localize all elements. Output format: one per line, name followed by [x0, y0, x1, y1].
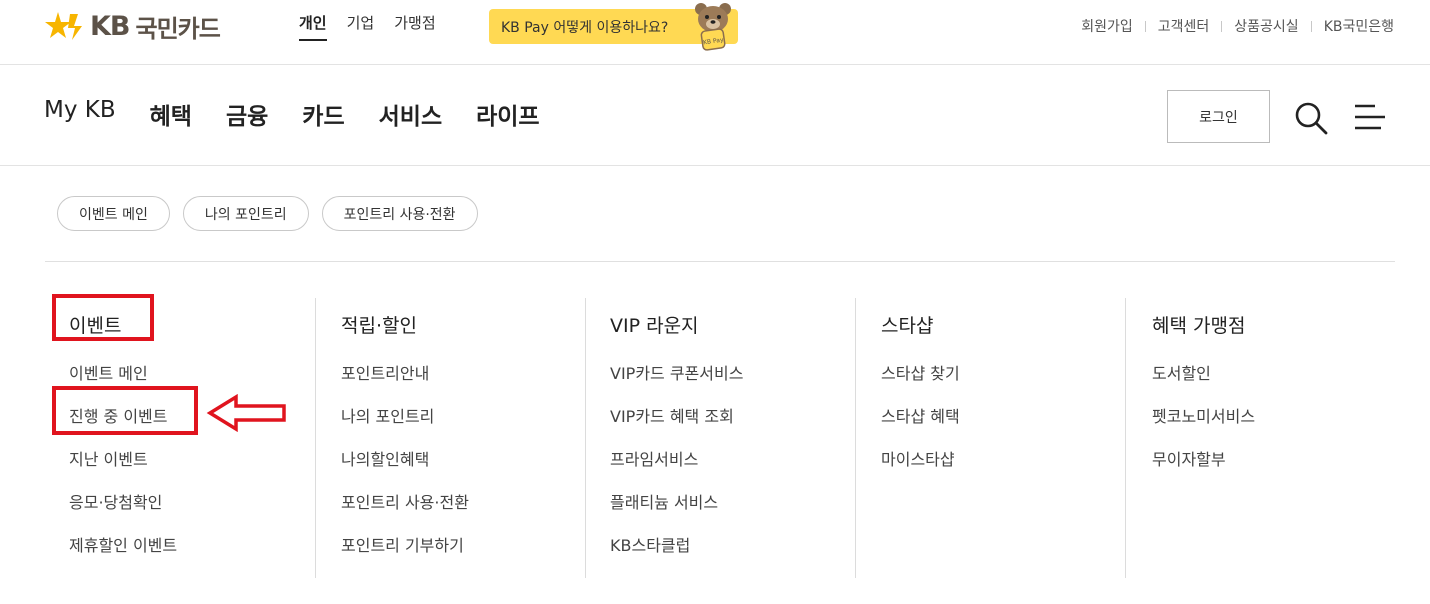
main-navigation: My KB 혜택 금융 카드 서비스 라이프 로그인	[0, 65, 1430, 166]
logo-brand-name: 국민카드	[135, 14, 221, 43]
login-button[interactable]: 로그인	[1167, 90, 1270, 143]
chip-event-main[interactable]: 이벤트 메인	[57, 196, 170, 231]
menu-item-event-main[interactable]: 이벤트 메인	[69, 360, 148, 384]
menu-item-interest-free-installment[interactable]: 무이자할부	[1152, 446, 1226, 470]
menu-item-pointree-use-convert[interactable]: 포인트리 사용·전환	[341, 489, 469, 513]
menu-item-vip-coupon-service[interactable]: VIP카드 쿠폰서비스	[610, 360, 743, 384]
util-link-product-disclosure[interactable]: 상품공시실	[1234, 16, 1298, 36]
logo-kb-text: KB	[90, 10, 131, 42]
customer-segment-tabs: 개인 기업 가맹점	[299, 12, 436, 41]
menu-item-ongoing-events[interactable]: 진행 중 이벤트	[69, 403, 168, 427]
menu-column-star-shop: 스타샵 스타샵 찾기 스타샵 혜택 마이스타샵	[855, 298, 1125, 578]
search-icon[interactable]	[1293, 100, 1329, 136]
menu-item-star-shop-benefits[interactable]: 스타샵 혜택	[881, 403, 960, 427]
bear-mascot-icon: KB Pay	[695, 3, 731, 51]
util-link-customer-center[interactable]: 고객센터	[1158, 16, 1210, 36]
menu-item-pointree-donate[interactable]: 포인트리 기부하기	[341, 532, 464, 556]
gnb-item-label: 금융	[225, 104, 269, 130]
segment-tab-corporate[interactable]: 기업	[347, 12, 375, 41]
menu-item-my-pointree[interactable]: 나의 포인트리	[341, 403, 434, 427]
menu-item-book-discount[interactable]: 도서할인	[1152, 360, 1211, 384]
menu-item-past-events[interactable]: 지난 이벤트	[69, 446, 148, 470]
gnb-item-label: 라이프	[476, 104, 540, 130]
divider	[1144, 20, 1146, 32]
gnb-item-benefits[interactable]: 혜택	[146, 97, 196, 131]
kb-kookmin-card-logo[interactable]: KB 국민카드	[44, 8, 221, 44]
gnb-item-label: 혜택	[149, 104, 192, 130]
menu-column-vip-lounge: VIP 라운지 VIP카드 쿠폰서비스 VIP카드 혜택 조회 프라임서비스 플…	[585, 298, 855, 578]
gnb-item-label: 카드	[302, 104, 345, 130]
util-link-kb-bank[interactable]: KB국민은행	[1324, 16, 1394, 36]
segment-tab-merchant[interactable]: 가맹점	[394, 12, 435, 41]
section-divider	[45, 261, 1395, 262]
gnb-item-life[interactable]: 라이프	[476, 97, 539, 131]
divider	[1310, 20, 1312, 32]
menu-item-vip-benefit-lookup[interactable]: VIP카드 혜택 조회	[610, 403, 734, 427]
menu-column-points-discounts: 적립·할인 포인트리안내 나의 포인트리 나의할인혜택 포인트리 사용·전환 포…	[315, 298, 585, 578]
gnb-item-service[interactable]: 서비스	[379, 97, 442, 131]
column-title-vip-lounge[interactable]: VIP 라운지	[610, 311, 699, 338]
menu-item-prime-service[interactable]: 프라임서비스	[610, 446, 698, 470]
column-title-points-discounts[interactable]: 적립·할인	[341, 311, 417, 338]
menu-column-benefit-merchants: 혜택 가맹점 도서할인 펫코노미서비스 무이자할부	[1125, 298, 1395, 578]
gnb-item-card[interactable]: 카드	[302, 97, 344, 131]
gnb-menu: My KB 혜택 금융 카드 서비스 라이프	[44, 97, 540, 131]
menu-item-pointree-guide[interactable]: 포인트리안내	[341, 360, 429, 384]
menu-item-kb-star-club[interactable]: KB스타클럽	[610, 532, 690, 556]
column-title-events[interactable]: 이벤트	[69, 311, 121, 338]
menu-item-platinum-service[interactable]: 플래티늄 서비스	[610, 489, 718, 513]
utility-links: 회원가입 고객센터 상품공시실 KB국민은행	[1081, 16, 1394, 36]
menu-item-find-star-shop[interactable]: 스타샵 찾기	[881, 360, 960, 384]
column-title-star-shop[interactable]: 스타샵	[881, 311, 933, 338]
menu-item-partner-discount-event[interactable]: 제휴할인 이벤트	[69, 532, 177, 556]
menu-item-entry-winner-check[interactable]: 응모·당첨확인	[69, 489, 162, 513]
column-title-benefit-merchants[interactable]: 혜택 가맹점	[1152, 311, 1245, 338]
menu-item-petconomy-service[interactable]: 펫코노미서비스	[1152, 403, 1255, 427]
chip-my-pointree[interactable]: 나의 포인트리	[182, 196, 309, 231]
gnb-item-label: 서비스	[378, 104, 443, 130]
segment-tab-personal[interactable]: 개인	[299, 12, 327, 41]
quick-link-chips: 이벤트 메인 나의 포인트리 포인트리 사용·전환	[57, 196, 478, 231]
kb-pay-banner-text: KB Pay 어떻게 이용하나요?	[501, 19, 669, 36]
top-utility-bar: KB 국민카드 개인 기업 가맹점 KB Pay 어떻게 이용하나요? KB P…	[0, 0, 1430, 65]
gnb-item-label: My KB	[44, 97, 116, 123]
util-link-signup[interactable]: 회원가입	[1081, 16, 1133, 36]
gnb-item-finance[interactable]: 금융	[226, 97, 268, 131]
chip-pointree-use-convert[interactable]: 포인트리 사용·전환	[321, 196, 478, 231]
menu-item-my-discount-benefits[interactable]: 나의할인혜택	[341, 446, 429, 470]
menu-column-events: 이벤트 이벤트 메인 진행 중 이벤트 지난 이벤트 응모·당첨확인 제휴할인 …	[45, 298, 315, 578]
hamburger-menu-icon[interactable]	[1353, 102, 1387, 132]
divider	[1221, 20, 1223, 32]
kb-star-logo-icon	[45, 12, 82, 40]
gnb-item-my-kb[interactable]: My KB	[44, 97, 116, 131]
menu-item-my-star-shop[interactable]: 마이스타샵	[881, 446, 955, 470]
kb-pay-guide-banner[interactable]: KB Pay 어떻게 이용하나요? KB Pay	[489, 3, 738, 51]
